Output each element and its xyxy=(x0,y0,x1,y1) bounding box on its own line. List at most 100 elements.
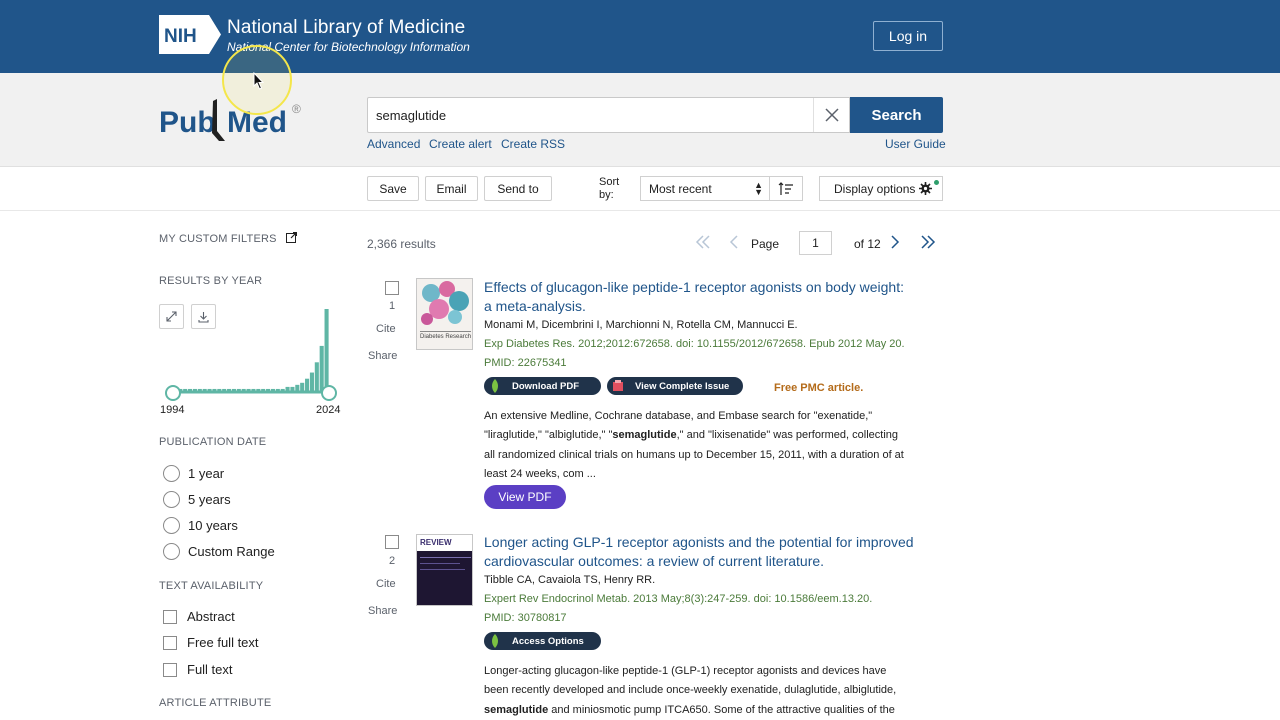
sort-order-button[interactable] xyxy=(770,176,803,201)
result-abstract-snippet: An extensive Medline, Cochrane database,… xyxy=(484,407,934,484)
clear-search-button[interactable] xyxy=(813,98,849,132)
user-guide-link[interactable]: User Guide xyxy=(885,137,946,151)
histogram-bar[interactable] xyxy=(314,362,319,391)
download-pdf-button[interactable]: Download PDF xyxy=(484,377,601,395)
create-rss-link[interactable]: Create RSS xyxy=(501,137,565,151)
result-authors: Tibble CA, Cavaiola TS, Henry RR. xyxy=(484,574,656,586)
radio-button[interactable] xyxy=(163,517,180,534)
leaf-icon xyxy=(492,634,498,648)
date-option-label: 5 years xyxy=(188,492,231,507)
page-number-input[interactable]: 1 xyxy=(799,231,832,255)
filter-full-text[interactable]: Full text xyxy=(163,662,233,677)
last-page-icon[interactable] xyxy=(920,234,936,250)
custom-filters-label: MY CUSTOM FILTERS xyxy=(159,233,277,245)
result-title[interactable]: Longer acting GLP-1 receptor agonists an… xyxy=(484,533,934,571)
year-start-label: 1994 xyxy=(160,404,185,416)
filter-abstract[interactable]: Abstract xyxy=(163,609,235,624)
histogram-bar[interactable] xyxy=(285,386,290,391)
date-option-1-year[interactable]: 1 year xyxy=(163,465,224,482)
previous-page-icon[interactable] xyxy=(729,234,739,250)
cover-rule xyxy=(420,569,465,570)
cite-button[interactable]: Cite xyxy=(376,578,396,590)
filter-free-full-text[interactable]: Free full text xyxy=(163,635,259,650)
first-page-icon[interactable] xyxy=(695,234,711,250)
close-icon xyxy=(824,108,839,122)
journal-name-text: Diabetes Research xyxy=(420,334,472,340)
result-title-line[interactable]: a meta-analysis. xyxy=(484,297,934,316)
radio-button[interactable] xyxy=(163,543,180,560)
access-options-button[interactable]: Access Options xyxy=(484,632,601,650)
date-option-10-years[interactable]: 10 years xyxy=(163,517,238,534)
journal-cover-thumbnail[interactable]: REVIEW xyxy=(416,534,473,606)
result-authors: Monami M, Dicembrini I, Marchionni N, Ro… xyxy=(484,319,798,331)
result-checkbox[interactable] xyxy=(385,281,399,295)
abstract-line: An extensive Medline, Cochrane database,… xyxy=(484,410,873,422)
result-checkbox[interactable] xyxy=(385,535,399,549)
abstract-line: all randomized clinical trials on humans… xyxy=(484,448,904,461)
histogram-bar[interactable] xyxy=(324,309,329,391)
mouse-pointer-icon xyxy=(253,72,265,90)
nlm-title[interactable]: National Library of Medicine xyxy=(227,17,465,39)
histogram-bar[interactable] xyxy=(309,372,314,391)
journal-name-text: REVIEW xyxy=(420,538,452,547)
result-title-line[interactable]: cardiovascular outcomes: a review of cur… xyxy=(484,552,934,571)
send-to-button[interactable]: Send to xyxy=(484,176,552,201)
histogram-bar[interactable] xyxy=(319,345,324,391)
view-complete-issue-button[interactable]: View Complete Issue xyxy=(607,377,743,395)
date-option-5-years[interactable]: 5 years xyxy=(163,491,231,508)
result-title[interactable]: Effects of glucagon-like peptide-1 recep… xyxy=(484,278,934,316)
histogram-bar[interactable] xyxy=(295,384,300,391)
advanced-link[interactable]: Advanced xyxy=(367,137,420,151)
date-option-custom-range[interactable]: Custom Range xyxy=(163,543,275,560)
radio-button[interactable] xyxy=(163,465,180,482)
create-alert-link[interactable]: Create alert xyxy=(429,137,492,151)
sort-by-line1: Sort xyxy=(599,176,620,188)
search-input[interactable] xyxy=(376,98,806,132)
login-button[interactable]: Log in xyxy=(873,21,943,51)
leaf-icon xyxy=(492,379,498,393)
sort-select[interactable]: Most recent ▲ ▼ xyxy=(640,176,770,201)
access-options-label: Access Options xyxy=(512,635,584,647)
cover-rule xyxy=(420,563,460,564)
page-label: Page xyxy=(751,237,780,251)
abstract-line: semaglutide and miniosmotic pump ITCA650… xyxy=(484,701,934,720)
nih-logo[interactable]: NIH xyxy=(159,15,221,54)
notification-dot xyxy=(934,180,939,185)
my-custom-filters[interactable]: MY CUSTOM FILTERS xyxy=(159,231,298,245)
cover-rule xyxy=(420,557,471,558)
free-pmc-badge: Free PMC article. xyxy=(774,382,864,394)
abstract-line: been recently developed and include once… xyxy=(484,684,897,697)
search-button[interactable]: Search xyxy=(850,97,943,133)
svg-text:®: ® xyxy=(292,102,301,116)
journal-cover-thumbnail[interactable]: Diabetes Research xyxy=(416,278,473,350)
radio-button[interactable] xyxy=(163,491,180,508)
view-complete-issue-label: View Complete Issue xyxy=(635,380,730,392)
page-total: of 12 xyxy=(854,237,881,251)
result-title-line[interactable]: Longer acting GLP-1 receptor agonists an… xyxy=(484,533,934,552)
svg-text:Pub: Pub xyxy=(159,106,216,139)
histogram-bar[interactable] xyxy=(305,378,310,391)
histogram-bar[interactable] xyxy=(300,382,305,391)
checkbox[interactable] xyxy=(163,662,177,677)
next-page-icon[interactable] xyxy=(890,234,900,250)
share-button[interactable]: Share xyxy=(368,605,397,617)
view-pdf-button[interactable]: View PDF xyxy=(484,485,566,509)
share-button[interactable]: Share xyxy=(368,350,397,362)
toolbar-divider xyxy=(0,210,1280,211)
nih-badge-text: NIH xyxy=(164,26,197,47)
checkbox[interactable] xyxy=(163,635,177,650)
abstract-text: "liraglutide," "albiglutide," " xyxy=(484,429,613,442)
save-button[interactable]: Save xyxy=(367,176,419,201)
display-options-label: Display options xyxy=(834,181,916,196)
histogram-bar[interactable] xyxy=(290,386,295,391)
issue-icon xyxy=(613,380,623,391)
cite-button[interactable]: Cite xyxy=(376,323,396,335)
result-title-line[interactable]: Effects of glucagon-like peptide-1 recep… xyxy=(484,278,934,297)
updown-icon: ▲ ▼ xyxy=(754,180,763,197)
checkbox[interactable] xyxy=(163,609,177,624)
email-button[interactable]: Email xyxy=(425,176,478,201)
sort-by-label: Sort by: xyxy=(599,176,619,202)
results-by-year-histogram[interactable] xyxy=(159,300,343,420)
display-options-button[interactable]: Display options xyxy=(819,176,943,201)
download-pdf-label: Download PDF xyxy=(512,380,580,392)
